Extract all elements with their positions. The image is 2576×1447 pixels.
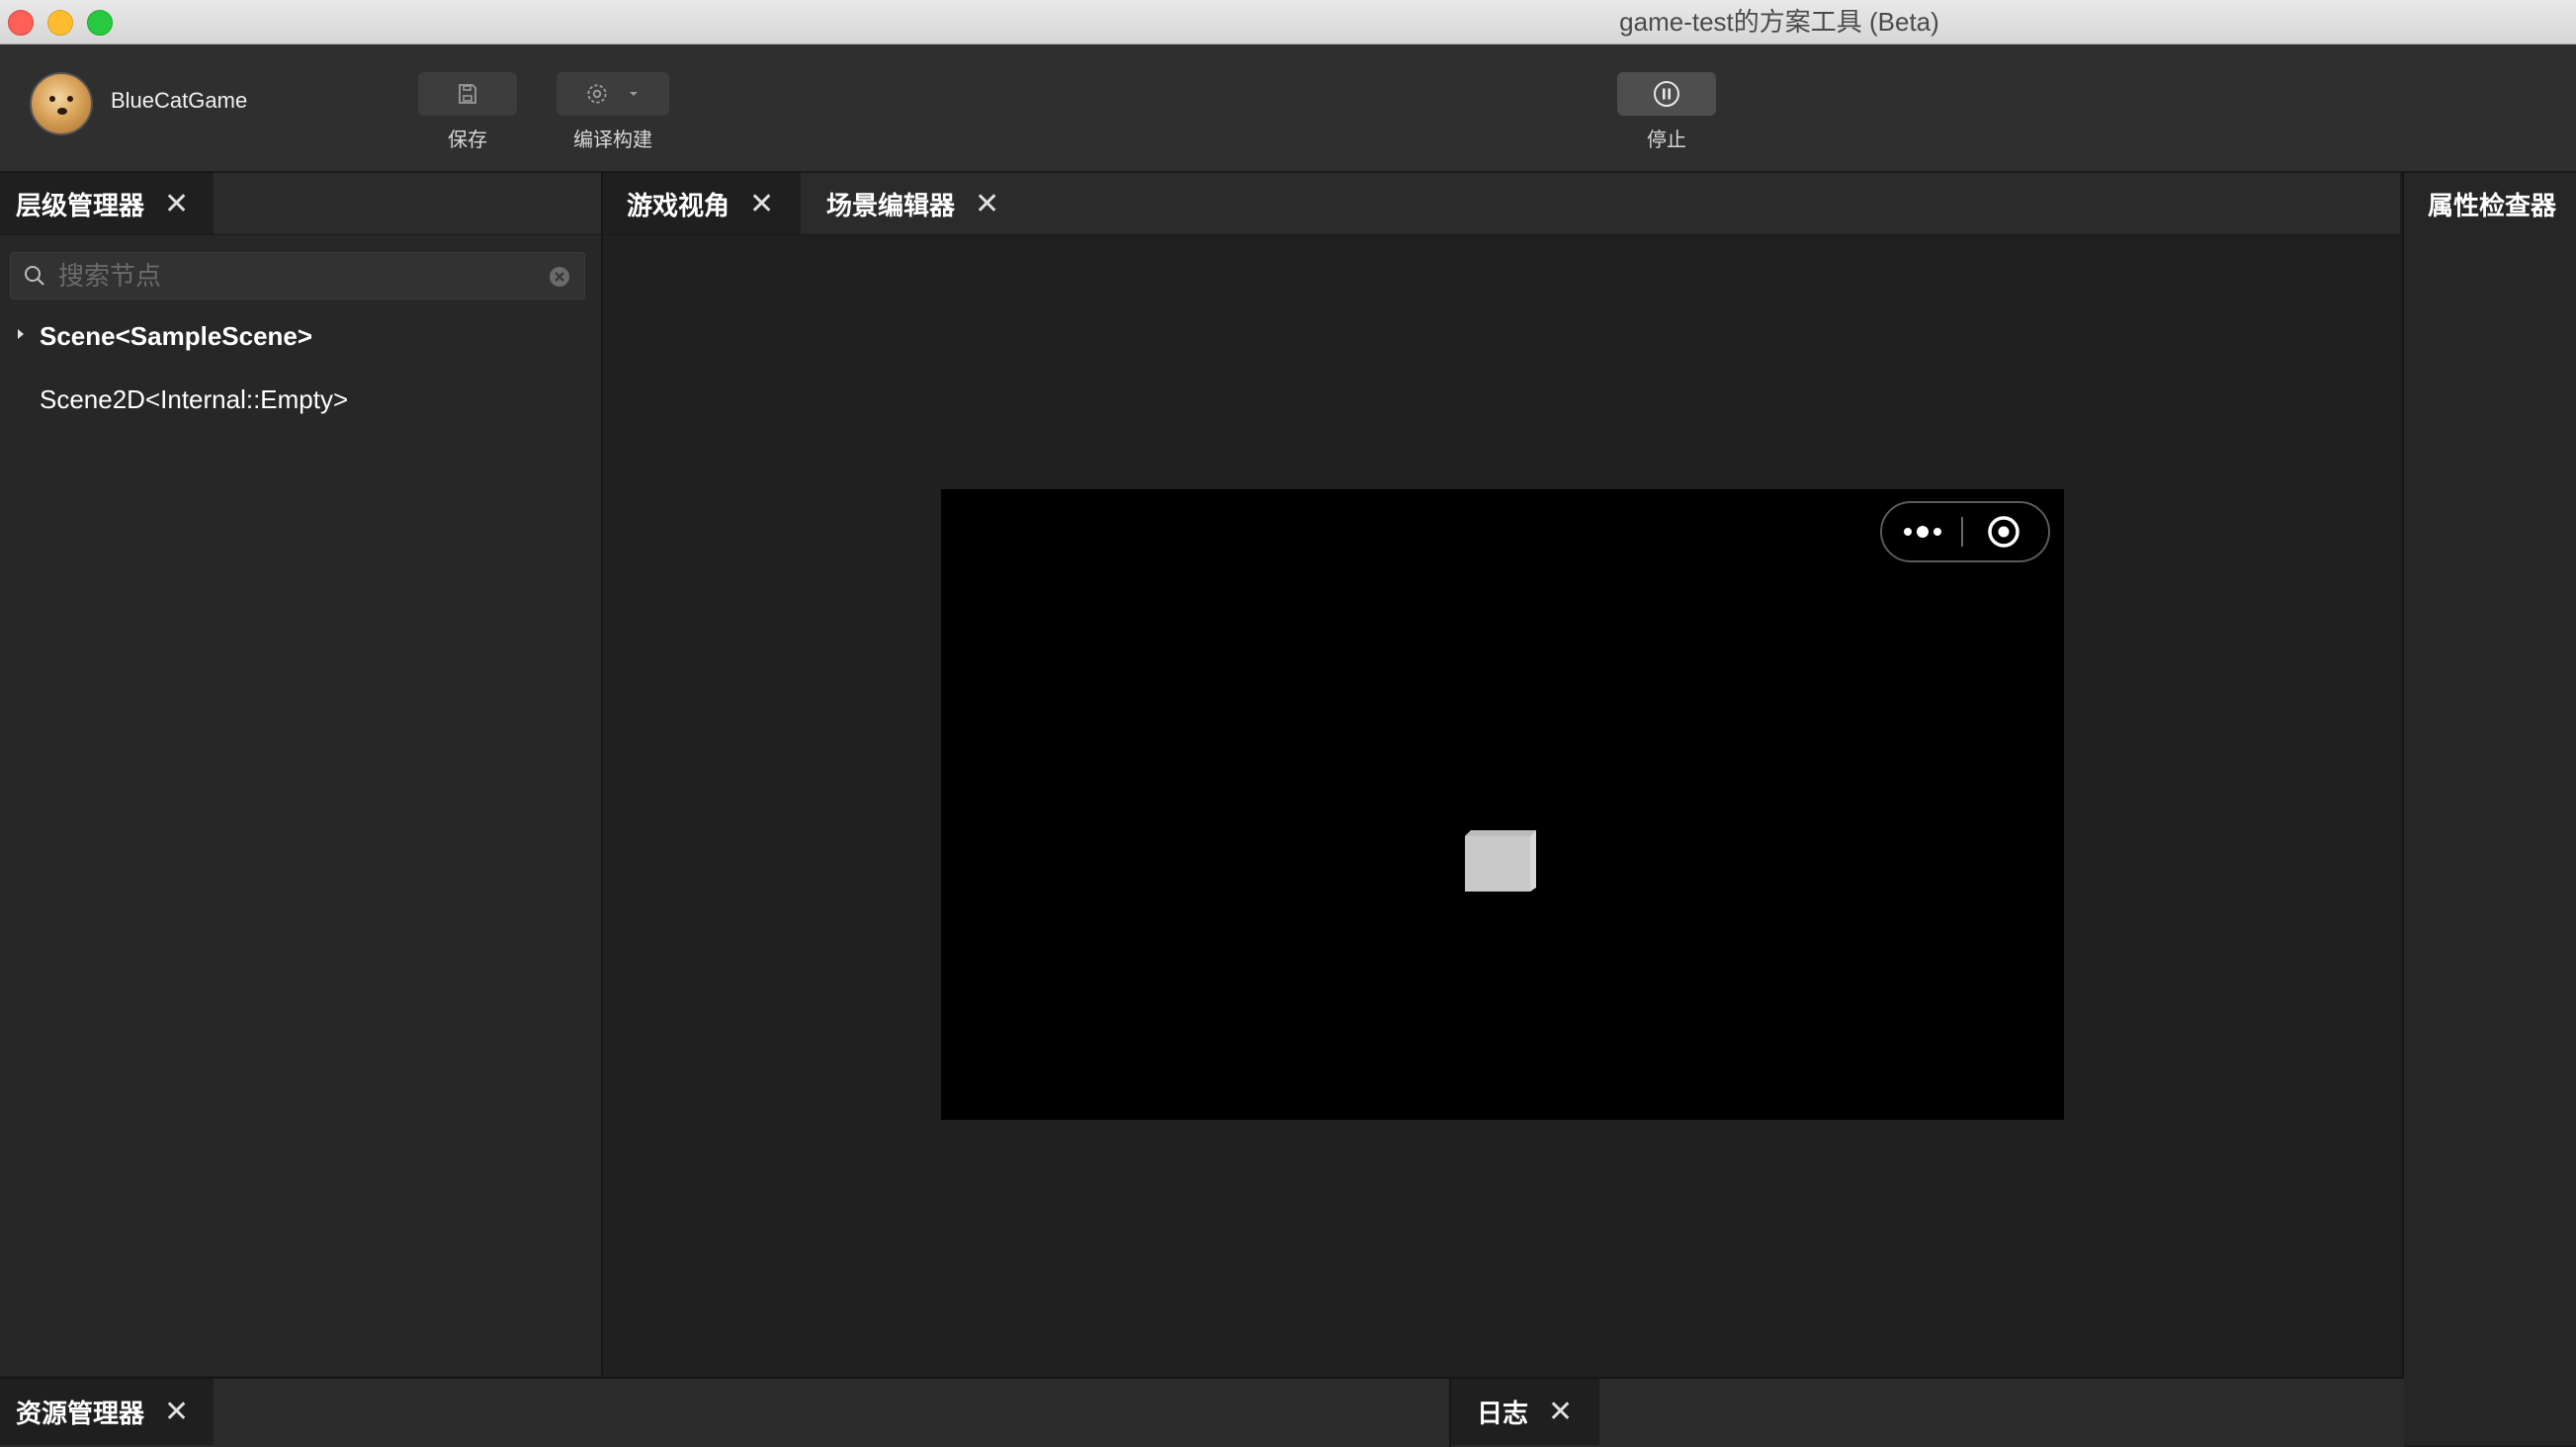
close-icon[interactable]: ✕ xyxy=(164,1395,189,1429)
tab-inspector[interactable]: 属性检查器 xyxy=(2404,173,2576,234)
center-tabbar: 游戏视角 ✕ 场景编辑器 ✕ xyxy=(603,173,2400,235)
chevron-down-icon xyxy=(630,92,638,96)
tab-assets[interactable]: 资源管理器 ✕ xyxy=(0,1379,214,1445)
inspector-panel: 属性检查器 xyxy=(2402,173,2576,1445)
build-label: 编译构建 xyxy=(573,129,652,151)
window-close-button[interactable] xyxy=(8,10,34,36)
title-bar: game-test的方案工具 (Beta) xyxy=(0,0,2576,44)
tab-inspector-label: 属性检查器 xyxy=(2428,190,2557,220)
stop-button[interactable] xyxy=(1617,72,1716,116)
build-button[interactable] xyxy=(557,72,669,116)
capsule-divider xyxy=(1961,517,1963,547)
tab-scene-editor[interactable]: 场景编辑器 ✕ xyxy=(803,173,1040,234)
tab-log[interactable]: 日志 ✕ xyxy=(1451,1379,1599,1445)
tab-game-view-label: 游戏视角 xyxy=(627,190,730,220)
window-zoom-button[interactable] xyxy=(87,10,113,36)
expand-arrow-icon[interactable] xyxy=(14,327,28,341)
tab-log-label: 日志 xyxy=(1477,1399,1529,1428)
close-icon[interactable]: ✕ xyxy=(749,187,774,221)
tab-scene-editor-label: 场景编辑器 xyxy=(826,190,956,220)
close-icon[interactable]: ✕ xyxy=(1548,1395,1573,1429)
toolbar: BlueCatGame 保存 编译构建 停止 xyxy=(0,44,2576,173)
gear-icon xyxy=(587,84,607,104)
center-panel: 游戏视角 ✕ 场景编辑器 ✕ xyxy=(603,173,2400,1376)
save-button[interactable] xyxy=(418,72,517,116)
assets-panel: 资源管理器 ✕ xyxy=(0,1377,1449,1447)
menu-capsule xyxy=(1880,501,2050,562)
more-icon[interactable] xyxy=(1902,522,1945,542)
pause-icon xyxy=(1654,81,1679,107)
save-icon xyxy=(459,84,476,104)
tree-item-scene[interactable]: Scene<SampleScene> xyxy=(40,321,312,352)
tab-hierarchy[interactable]: 层级管理器 ✕ xyxy=(0,173,214,234)
hierarchy-tabbar: 层级管理器 ✕ xyxy=(0,173,601,235)
hierarchy-panel: 层级管理器 ✕ Scene<SampleScene> Scene2D<Inter… xyxy=(0,173,603,1376)
username: BlueCatGame xyxy=(111,88,248,113)
avatar[interactable] xyxy=(30,72,93,135)
search-field[interactable] xyxy=(10,252,585,299)
close-icon[interactable]: ✕ xyxy=(164,187,189,221)
window-minimize-button[interactable] xyxy=(47,10,73,36)
window-title: game-test的方案工具 (Beta) xyxy=(1619,7,1939,37)
save-label: 保存 xyxy=(448,129,487,151)
tab-game-view[interactable]: 游戏视角 ✕ xyxy=(603,173,801,234)
search-input[interactable] xyxy=(56,253,535,298)
close-icon[interactable]: ✕ xyxy=(975,187,999,221)
search-icon xyxy=(25,266,44,286)
clear-icon[interactable] xyxy=(549,266,570,288)
game-view-canvas[interactable] xyxy=(941,489,2064,1120)
stop-label: 停止 xyxy=(1647,129,1686,151)
cube-object xyxy=(1465,830,1536,892)
tab-assets-label: 资源管理器 xyxy=(16,1399,145,1428)
log-panel: 日志 ✕ xyxy=(1449,1377,2404,1447)
tab-hierarchy-label: 层级管理器 xyxy=(16,190,145,220)
target-icon[interactable] xyxy=(1987,515,2020,549)
tree-item-scene2d[interactable]: Scene2D<Internal::Empty> xyxy=(40,384,348,415)
